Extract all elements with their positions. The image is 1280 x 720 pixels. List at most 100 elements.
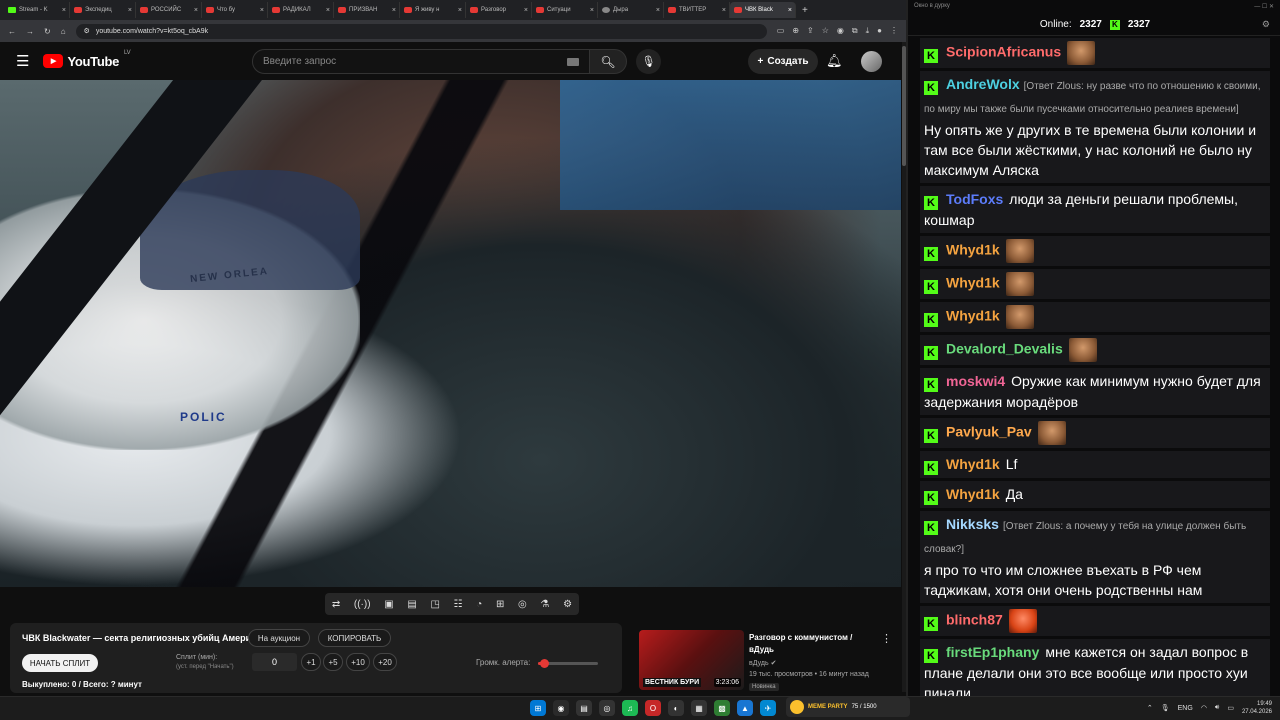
auction-button[interactable]: На аукцион [248,629,310,647]
site-info-icon[interactable]: ⚙ [84,27,90,35]
microphone-icon[interactable]: 🎙︎ [1161,704,1170,712]
playlist-icon[interactable]: ☷ [454,599,463,610]
tab-close-icon[interactable]: × [62,7,66,14]
browser-tab[interactable]: Ситуаци × [532,2,598,18]
tab-close-icon[interactable]: × [656,7,660,14]
steam-icon[interactable]: ◎ [599,700,615,716]
puzzle-icon[interactable]: ⧉ [852,26,858,36]
tab-close-icon[interactable]: × [524,7,528,14]
more-options-icon[interactable]: ⋮ [881,632,892,645]
tab-close-icon[interactable]: × [326,7,330,14]
chat-username[interactable]: Pavlyuk_Pav [946,424,1032,440]
browser-tab[interactable]: Дыра × [598,2,664,18]
cast-icon[interactable]: ▭ [777,26,785,36]
url-field[interactable]: ⚙ youtube.com/watch?v=kt5oq_cbA9k [75,23,767,39]
spotify-icon[interactable]: ♫ [622,700,638,716]
browser-tab[interactable]: ПРИЗВАН × [334,2,400,18]
voice-search-button[interactable]: 🎙︎ [636,49,661,74]
app-icon[interactable]: ▲ [737,700,753,716]
chat-username[interactable]: Whyd1k [946,486,1000,502]
forward-icon[interactable]: → [26,27,34,36]
search-input[interactable]: Введите запрос [252,49,590,74]
audio-icon[interactable]: ((·)) [354,599,371,610]
chat-username[interactable]: blinch87 [946,612,1003,628]
alert-volume-slider[interactable] [538,659,598,668]
start-split-button[interactable]: НАЧАТЬ СПЛИТ [22,654,98,672]
video-thumbnail[interactable]: ВЕСТНИК БУРИ 3:23:06 [639,630,744,690]
browser-tab[interactable]: РАДИКАЛ × [268,2,334,18]
increment-button[interactable]: +20 [373,653,397,671]
opera-icon[interactable]: O [645,700,661,716]
speed-icon[interactable]: ◔ [476,599,482,610]
browser-tab[interactable]: Я живу н × [400,2,466,18]
chat-username[interactable]: Devalord_Devalis [946,341,1063,357]
windows-start-icon[interactable]: ⊞ [530,700,546,716]
browser-tab[interactable]: ЧВК Black × [730,2,796,18]
tab-close-icon[interactable]: × [788,7,792,14]
tab-close-icon[interactable]: × [392,7,396,14]
explorer-icon[interactable]: ▤ [576,700,592,716]
browser-tab[interactable]: Stream - K × [4,2,70,18]
avatar[interactable] [861,51,882,72]
increment-button[interactable]: +10 [346,653,370,671]
chat-username[interactable]: TodFoxs [946,191,1003,207]
profile-icon[interactable]: ● [877,26,882,36]
video-player[interactable]: NEW ORLEA POLIC [0,80,901,587]
browser-tab[interactable]: РОССИЙС × [136,2,202,18]
tab-close-icon[interactable]: × [590,7,594,14]
chevron-up-icon[interactable]: ⌃ [1147,704,1153,712]
chat-username[interactable]: Whyd1k [946,456,1000,472]
create-button[interactable]: + Создать [748,49,818,74]
loop-icon[interactable]: ⇄ [332,599,340,610]
zoom-icon[interactable]: ⊕ [792,26,799,36]
keyboard-icon[interactable] [567,57,579,66]
pip-icon[interactable]: ◳ [430,599,439,610]
wifi-icon[interactable]: ◠ [1201,704,1207,712]
chat-username[interactable]: moskwi4 [946,373,1005,389]
youtube-logo[interactable]: ▶ YouTube LV [43,50,131,69]
telegram-icon[interactable]: ✈ [760,700,776,716]
share-icon[interactable]: ⇪ [807,26,814,36]
tab-close-icon[interactable]: × [260,7,264,14]
notifications-bell-icon[interactable]: 🔔︎ [826,53,843,69]
camera-icon[interactable]: ◎ [518,599,527,610]
chat-username[interactable]: ScipionAfricanus [946,44,1061,60]
chat-username[interactable]: Whyd1k [946,242,1000,258]
app-icon[interactable]: ▩ [714,700,730,716]
tab-close-icon[interactable]: × [194,7,198,14]
menu-dots-icon[interactable]: ⋮ [890,26,898,36]
hamburger-menu-icon[interactable]: ☰ [16,52,29,70]
channel-name[interactable]: вДудь ✔ [749,659,776,667]
film-icon[interactable]: ▤ [407,599,416,610]
recommended-video[interactable]: ВЕСТНИК БУРИ 3:23:06 Разговор с коммунис… [639,630,899,692]
copy-button[interactable]: КОПИРОВАТЬ [318,629,391,647]
settings-icon[interactable]: ⚙ [1262,19,1270,30]
app-icon[interactable]: ◐ [668,700,684,716]
recommended-title[interactable]: Разговор с коммунистом / вДудь [749,632,879,656]
browser-tab[interactable]: Разговор × [466,2,532,18]
clock[interactable]: 19:49 27.04.2026 [1242,700,1272,716]
chrome-icon[interactable]: ◉ [553,700,569,716]
increment-button[interactable]: +1 [301,653,321,671]
gear-icon[interactable]: ⚙ [563,599,572,610]
volume-icon[interactable]: 🔊︎ [1215,704,1219,712]
split-minutes-input[interactable]: 0 [252,653,297,671]
chat-username[interactable]: Whyd1k [946,308,1000,324]
battery-icon[interactable]: ▭ [1227,704,1234,712]
increment-button[interactable]: +5 [323,653,343,671]
chat-window-controls[interactable]: — ☐ ✕ [1254,3,1274,11]
screenshot-icon[interactable]: ▣ [384,599,393,610]
browser-tab[interactable]: Что бу × [202,2,268,18]
extension-icon[interactable]: ◉ [837,26,844,36]
tab-close-icon[interactable]: × [722,7,726,14]
chat-username[interactable]: AndreWolx [946,76,1020,92]
tab-close-icon[interactable]: × [458,7,462,14]
search-button[interactable]: 🔍︎ [589,49,627,74]
slider-knob[interactable] [540,659,549,668]
download-icon[interactable]: ⤓ [866,26,870,36]
app-icon[interactable]: ▦ [691,700,707,716]
browser-tab[interactable]: ТВИТТЕР × [664,2,730,18]
tab-close-icon[interactable]: × [128,7,132,14]
reload-icon[interactable]: ↻ [44,27,51,36]
chat-username[interactable]: Whyd1k [946,275,1000,291]
